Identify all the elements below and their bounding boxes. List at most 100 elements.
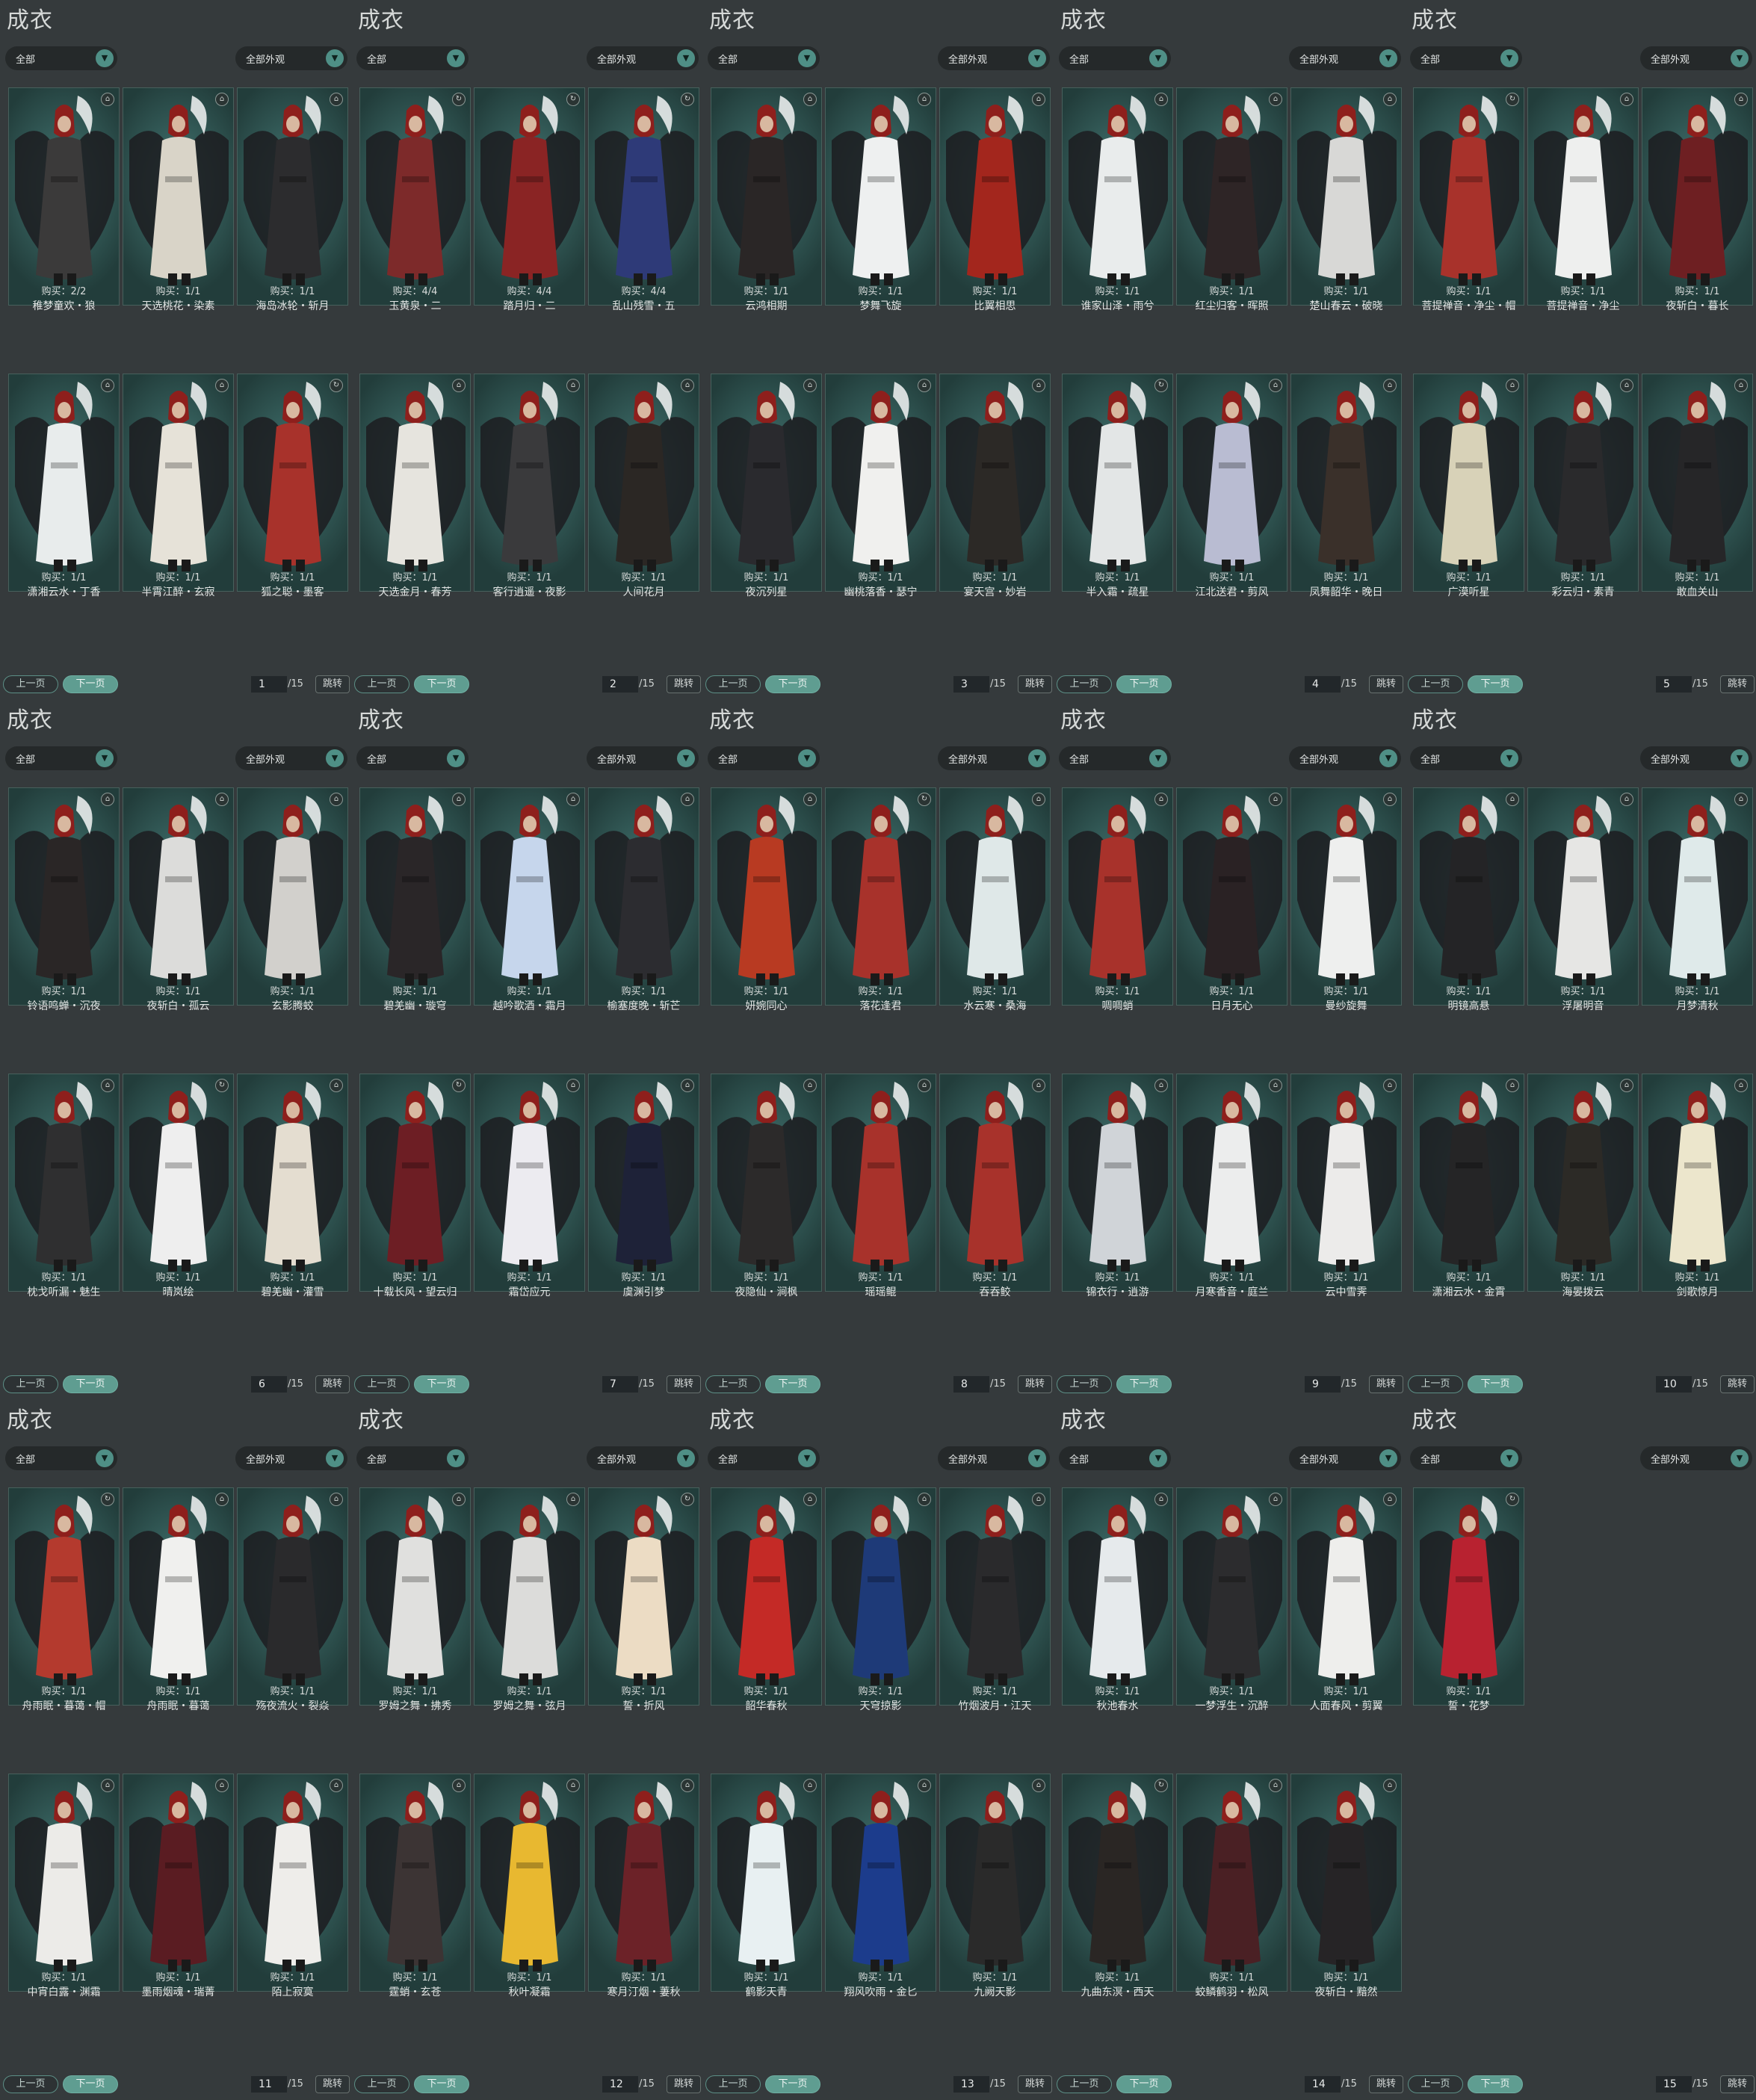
- outfit-preview[interactable]: ↻: [237, 374, 348, 592]
- trash-icon[interactable]: ⌂: [330, 793, 343, 806]
- outfit-preview[interactable]: ⌂: [711, 87, 822, 306]
- outfit-card[interactable]: ⌂ 购买：1/1 夜沉列星: [711, 374, 822, 658]
- outfit-card[interactable]: ⌂ 购买：1/1 楚山春云・破晓: [1290, 87, 1402, 372]
- outfit-card[interactable]: ⌂ 购买：1/1 罗姆之舞・拂秀: [359, 1487, 471, 1772]
- trash-icon[interactable]: ⌂: [1383, 93, 1397, 106]
- next-page-button[interactable]: 下一页: [765, 675, 820, 693]
- outfit-card[interactable]: ⌂ 购买：1/1 宴天宫・妙岩: [939, 374, 1051, 658]
- outfit-preview[interactable]: ⌂: [1642, 787, 1753, 1006]
- outfit-preview[interactable]: ⌂: [1413, 374, 1524, 592]
- outfit-card[interactable]: ⌂ 购买：1/1 人间花月: [588, 374, 699, 658]
- trash-icon[interactable]: ⌂: [1154, 93, 1168, 106]
- outfit-card[interactable]: ⌂ 购买：1/1 霆蛸・玄苍: [359, 1774, 471, 2058]
- outfit-preview[interactable]: ⌂: [1290, 87, 1402, 306]
- outfit-card[interactable]: ⌂ 购买：2/2 稚梦童欢・狼: [8, 87, 120, 372]
- outfit-card[interactable]: ⌂ 购买：1/1 夜斩白・暮长: [1642, 87, 1753, 372]
- trash-icon[interactable]: ⌂: [1269, 1079, 1282, 1092]
- outfit-preview[interactable]: ⌂: [939, 1074, 1051, 1292]
- outfit-card[interactable]: ⌂ 购买：1/1 海晏拨云: [1527, 1074, 1639, 1358]
- appearance-dropdown[interactable]: 全部外观 ▼: [1640, 46, 1752, 70]
- trash-icon[interactable]: ⌂: [215, 93, 229, 106]
- outfit-card[interactable]: ↻ 购买：1/1 九曲东溟・西天: [1062, 1774, 1173, 2058]
- outfit-card[interactable]: ⌂ 购买：1/1 妍婉同心: [711, 787, 822, 1072]
- jump-button[interactable]: 跳转: [1369, 2075, 1403, 2093]
- outfit-preview[interactable]: ↻: [8, 1487, 120, 1706]
- trash-icon[interactable]: ⌂: [1269, 379, 1282, 392]
- outfit-preview[interactable]: ⌂: [825, 1774, 936, 1992]
- outfit-card[interactable]: ⌂ 购买：1/1 天穹掠影: [825, 1487, 936, 1772]
- page-number-input[interactable]: 7: [602, 1376, 638, 1393]
- outfit-preview[interactable]: ⌂: [237, 87, 348, 306]
- next-page-button[interactable]: 下一页: [63, 675, 118, 693]
- outfit-preview[interactable]: ⌂: [474, 1074, 585, 1292]
- outfit-preview[interactable]: ⌂: [1062, 787, 1173, 1006]
- appearance-dropdown[interactable]: 全部外观 ▼: [938, 746, 1050, 770]
- next-page-button[interactable]: 下一页: [1468, 1375, 1523, 1393]
- trash-icon[interactable]: ⌂: [1154, 1493, 1168, 1506]
- trash-icon[interactable]: ⌂: [566, 793, 580, 806]
- refresh-icon[interactable]: ↻: [681, 93, 694, 106]
- outfit-preview[interactable]: ⌂: [8, 374, 120, 592]
- jump-button[interactable]: 跳转: [1369, 1375, 1403, 1393]
- outfit-preview[interactable]: ⌂: [1642, 1074, 1753, 1292]
- appearance-dropdown[interactable]: 全部外观 ▼: [1640, 746, 1752, 770]
- outfit-preview[interactable]: ⌂: [1176, 1074, 1287, 1292]
- next-page-button[interactable]: 下一页: [414, 2075, 469, 2093]
- outfit-card[interactable]: ⌂ 购买：1/1 江北送君・剪风: [1176, 374, 1287, 658]
- outfit-preview[interactable]: ⌂: [474, 787, 585, 1006]
- outfit-preview[interactable]: ⌂: [359, 787, 471, 1006]
- next-page-button[interactable]: 下一页: [765, 1375, 820, 1393]
- trash-icon[interactable]: ⌂: [452, 379, 466, 392]
- outfit-preview[interactable]: ⌂: [825, 1074, 936, 1292]
- outfit-preview[interactable]: ⌂: [8, 87, 120, 306]
- outfit-card[interactable]: ↻ 购买：1/1 誓・折风: [588, 1487, 699, 1772]
- outfit-card[interactable]: ⌂ 购买：1/1 寒月汀烟・萋秋: [588, 1774, 699, 2058]
- trash-icon[interactable]: ⌂: [803, 379, 817, 392]
- outfit-preview[interactable]: ⌂: [711, 1487, 822, 1706]
- outfit-preview[interactable]: ↻: [474, 87, 585, 306]
- outfit-card[interactable]: ⌂ 购买：1/1 鹤影天青: [711, 1774, 822, 2058]
- page-number-input[interactable]: 9: [1305, 1376, 1341, 1393]
- appearance-dropdown[interactable]: 全部外观 ▼: [1289, 746, 1401, 770]
- outfit-preview[interactable]: ⌂: [939, 787, 1051, 1006]
- appearance-dropdown[interactable]: 全部外观 ▼: [235, 1446, 347, 1470]
- outfit-preview[interactable]: ⌂: [123, 87, 234, 306]
- appearance-dropdown[interactable]: 全部外观 ▼: [938, 1446, 1050, 1470]
- outfit-preview[interactable]: ⌂: [825, 374, 936, 592]
- trash-icon[interactable]: ⌂: [1032, 93, 1045, 106]
- prev-page-button[interactable]: 上一页: [3, 2075, 58, 2093]
- outfit-preview[interactable]: ⌂: [588, 787, 699, 1006]
- prev-page-button[interactable]: 上一页: [705, 2075, 761, 2093]
- category-dropdown[interactable]: 全部 ▼: [1410, 1446, 1522, 1470]
- outfit-preview[interactable]: ⌂: [1176, 787, 1287, 1006]
- prev-page-button[interactable]: 上一页: [1408, 675, 1463, 693]
- outfit-preview[interactable]: ⌂: [1176, 1774, 1287, 1992]
- jump-button[interactable]: 跳转: [315, 2075, 350, 2093]
- outfit-preview[interactable]: ⌂: [588, 374, 699, 592]
- next-page-button[interactable]: 下一页: [63, 1375, 118, 1393]
- outfit-preview[interactable]: ⌂: [123, 787, 234, 1006]
- outfit-preview[interactable]: ⌂: [123, 1774, 234, 1992]
- outfit-preview[interactable]: ⌂: [8, 1774, 120, 1992]
- trash-icon[interactable]: ⌂: [803, 793, 817, 806]
- outfit-card[interactable]: ⌂ 购买：1/1 秋池春水: [1062, 1487, 1173, 1772]
- category-dropdown[interactable]: 全部 ▼: [1059, 46, 1171, 70]
- trash-icon[interactable]: ⌂: [803, 1079, 817, 1092]
- outfit-preview[interactable]: ⌂: [939, 87, 1051, 306]
- outfit-preview[interactable]: ⌂: [1290, 787, 1402, 1006]
- outfit-card[interactable]: ⌂ 购买：1/1 红尘归客・晖照: [1176, 87, 1287, 372]
- category-dropdown[interactable]: 全部 ▼: [708, 1446, 820, 1470]
- outfit-card[interactable]: ⌂ 购买：1/1 夜斩白・孤云: [123, 787, 234, 1072]
- outfit-card[interactable]: ⌂ 购买：1/1 锦衣行・逍游: [1062, 1074, 1173, 1358]
- outfit-preview[interactable]: ⌂: [939, 1487, 1051, 1706]
- category-dropdown[interactable]: 全部 ▼: [356, 46, 469, 70]
- next-page-button[interactable]: 下一页: [1116, 675, 1172, 693]
- next-page-button[interactable]: 下一页: [1468, 675, 1523, 693]
- outfit-preview[interactable]: ↻: [359, 87, 471, 306]
- outfit-preview[interactable]: ⌂: [359, 374, 471, 592]
- trash-icon[interactable]: ⌂: [1734, 379, 1748, 392]
- outfit-card[interactable]: ⌂ 购买：1/1 浮屠明音: [1527, 787, 1639, 1072]
- outfit-preview[interactable]: ↻: [123, 1074, 234, 1292]
- appearance-dropdown[interactable]: 全部外观 ▼: [587, 1446, 699, 1470]
- outfit-preview[interactable]: ↻: [1062, 374, 1173, 592]
